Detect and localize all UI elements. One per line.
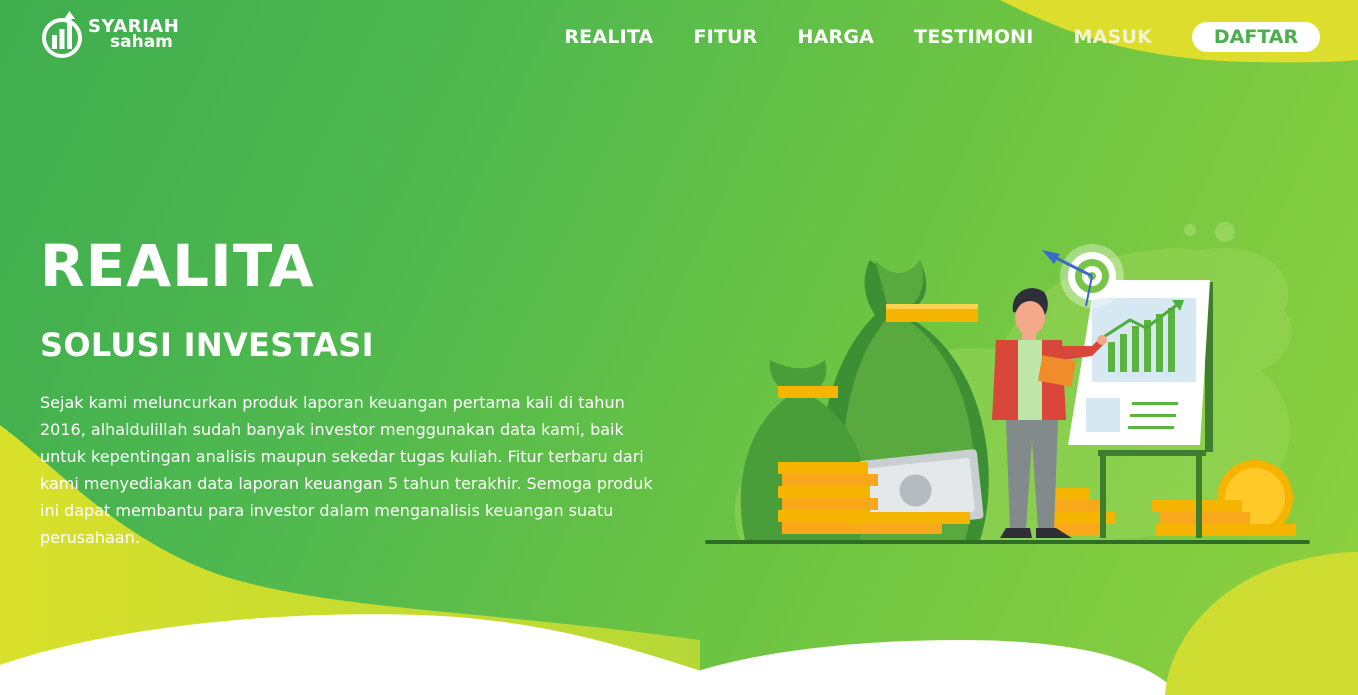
nav-link-testimoni[interactable]: TESTIMONI [914,26,1033,48]
brand-name-line2: saham [110,31,173,52]
nav-link-realita[interactable]: REALITA [564,26,653,48]
bar-chart-arrow-logo-icon [42,11,82,58]
hero-title: REALITA [40,232,315,300]
daftar-button[interactable]: DAFTAR [1192,22,1320,52]
hero-subtitle: SOLUSI INVESTASI [40,326,374,364]
hero-section: SYARIAH saham REALITA FITUR HARGA TESTIM… [0,0,1358,695]
nav-link-masuk[interactable]: MASUK [1074,26,1152,48]
investor-growth-illustration [705,222,1310,544]
brand-wordmark: SYARIAH saham [88,17,179,52]
hero-description: Sejak kami meluncurkan produk laporan ke… [40,393,653,547]
main-nav: REALITA FITUR HARGA TESTIMONI MASUK DAFT… [524,22,1320,52]
brand-logo[interactable]: SYARIAH saham [40,8,200,60]
nav-link-fitur[interactable]: FITUR [693,26,757,48]
nav-link-harga[interactable]: HARGA [798,26,875,48]
